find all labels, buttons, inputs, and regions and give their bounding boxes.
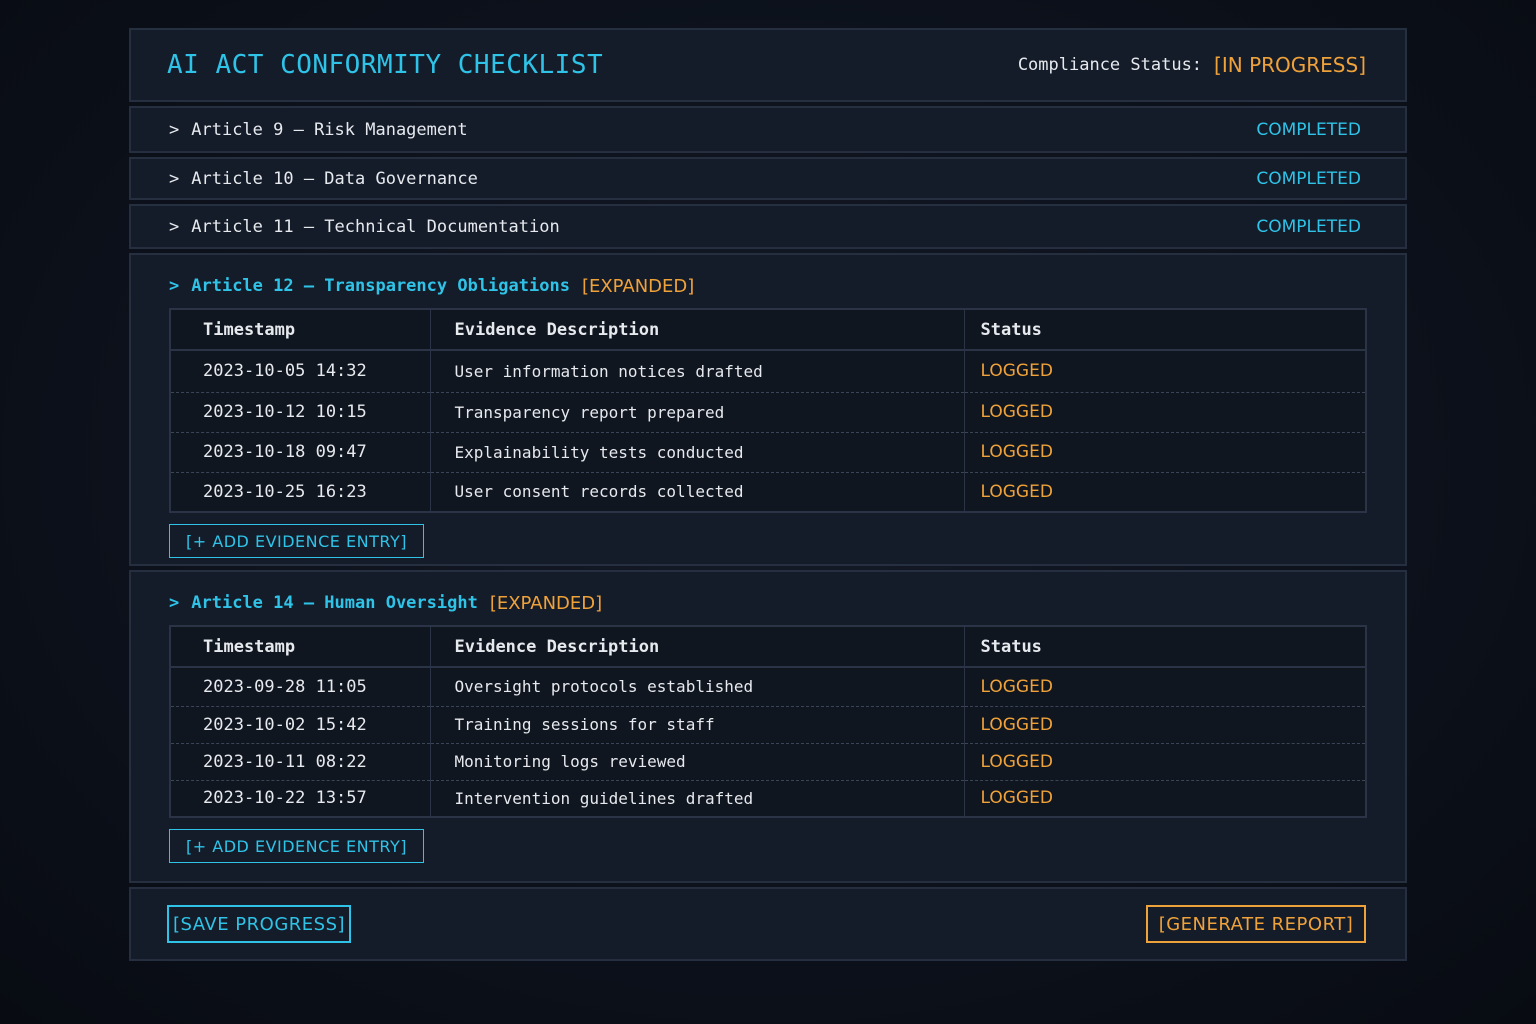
description-cell: Transparency report prepared	[430, 391, 965, 432]
status-cell: LOGGED	[964, 391, 1366, 432]
checklist-header: AI ACT CONFORMITY CHECKLIST Compliance S…	[129, 28, 1407, 102]
article-label: Article 11 – Technical Documentation	[191, 216, 560, 237]
status-cell: LOGGED	[964, 431, 1366, 472]
timestamp-cell: 2023-10-02 15:42	[170, 705, 431, 743]
compliance-status-value: [IN PROGRESS]	[1214, 53, 1366, 77]
save-progress-button[interactable]: [SAVE PROGRESS]	[167, 905, 351, 943]
column-header-description: Evidence Description	[430, 626, 965, 668]
status-cell: LOGGED	[964, 471, 1366, 512]
timestamp-cell: 2023-09-28 11:05	[170, 666, 431, 706]
article-status: COMPLETED	[1256, 168, 1361, 189]
table-header-row: Timestamp Evidence Description Status	[170, 626, 1366, 668]
expanded-tag: [EXPANDED]	[581, 275, 695, 297]
table-row: 2023-10-22 13:57 Intervention guidelines…	[170, 779, 1366, 817]
article-14-section: > Article 14 – Human Oversight [EXPANDED…	[129, 570, 1407, 883]
table-row: 2023-10-11 08:22 Monitoring logs reviewe…	[170, 742, 1366, 780]
page-title: AI ACT CONFORMITY CHECKLIST	[167, 50, 604, 80]
status-cell: LOGGED	[964, 705, 1366, 743]
article-14-header[interactable]: > Article 14 – Human Oversight [EXPANDED…	[169, 592, 1367, 614]
table-row: 2023-10-18 09:47 Explainability tests co…	[170, 431, 1366, 472]
chevron-right-icon: >	[169, 119, 180, 140]
timestamp-cell: 2023-10-11 08:22	[170, 742, 431, 780]
article-14-title: Article 14 – Human Oversight	[191, 593, 478, 613]
article-12-header[interactable]: > Article 12 – Transparency Obligations …	[169, 275, 1367, 297]
status-cell: LOGGED	[964, 779, 1366, 817]
table-header-row: Timestamp Evidence Description Status	[170, 309, 1366, 351]
article-10-row[interactable]: > Article 10 – Data Governance COMPLETED	[129, 157, 1407, 200]
description-cell: User consent records collected	[430, 471, 965, 512]
table-row: 2023-10-12 10:15 Transparency report pre…	[170, 391, 1366, 432]
column-header-status: Status	[964, 309, 1366, 351]
article-label: Article 9 – Risk Management	[191, 119, 468, 140]
article-9-row[interactable]: > Article 9 – Risk Management COMPLETED	[129, 106, 1407, 153]
article-status: COMPLETED	[1256, 119, 1361, 140]
chevron-right-icon: >	[169, 216, 180, 237]
chevron-right-icon: >	[169, 276, 180, 296]
column-header-description: Evidence Description	[430, 309, 965, 351]
checklist-container: AI ACT CONFORMITY CHECKLIST Compliance S…	[129, 28, 1407, 965]
description-cell: Monitoring logs reviewed	[430, 742, 965, 780]
evidence-table: Timestamp Evidence Description Status 20…	[169, 308, 1367, 513]
add-evidence-button[interactable]: [+ ADD EVIDENCE ENTRY]	[169, 524, 424, 558]
compliance-status-label: Compliance Status:	[1017, 55, 1203, 75]
description-cell: Explainability tests conducted	[430, 431, 965, 472]
description-cell: Training sessions for staff	[430, 705, 965, 743]
timestamp-cell: 2023-10-05 14:32	[170, 349, 431, 392]
status-cell: LOGGED	[964, 349, 1366, 392]
column-header-status: Status	[964, 626, 1366, 668]
action-footer: [SAVE PROGRESS] [GENERATE REPORT]	[129, 887, 1407, 961]
add-evidence-button[interactable]: [+ ADD EVIDENCE ENTRY]	[169, 829, 424, 863]
column-header-timestamp: Timestamp	[170, 626, 431, 668]
column-header-timestamp: Timestamp	[170, 309, 431, 351]
compliance-status: Compliance Status: [IN PROGRESS]	[1018, 53, 1366, 77]
timestamp-cell: 2023-10-22 13:57	[170, 779, 431, 817]
status-cell: LOGGED	[964, 666, 1366, 706]
article-12-section: > Article 12 – Transparency Obligations …	[129, 253, 1407, 566]
table-row: 2023-09-28 11:05 Oversight protocols est…	[170, 666, 1366, 706]
expanded-tag: [EXPANDED]	[489, 592, 603, 614]
timestamp-cell: 2023-10-18 09:47	[170, 431, 431, 472]
generate-report-button[interactable]: [GENERATE REPORT]	[1146, 905, 1366, 943]
status-cell: LOGGED	[964, 742, 1366, 780]
article-status: COMPLETED	[1256, 216, 1361, 237]
evidence-table: Timestamp Evidence Description Status 20…	[169, 625, 1367, 818]
description-cell: Oversight protocols established	[430, 666, 965, 706]
description-cell: Intervention guidelines drafted	[430, 779, 965, 817]
article-12-title: Article 12 – Transparency Obligations	[191, 276, 570, 296]
chevron-right-icon: >	[169, 168, 180, 189]
article-label: Article 10 – Data Governance	[191, 168, 478, 189]
table-row: 2023-10-05 14:32 User information notice…	[170, 349, 1366, 392]
table-row: 2023-10-02 15:42 Training sessions for s…	[170, 705, 1366, 743]
table-row: 2023-10-25 16:23 User consent records co…	[170, 471, 1366, 512]
timestamp-cell: 2023-10-25 16:23	[170, 471, 431, 512]
chevron-right-icon: >	[169, 593, 180, 613]
description-cell: User information notices drafted	[430, 349, 965, 392]
timestamp-cell: 2023-10-12 10:15	[170, 391, 431, 432]
article-11-row[interactable]: > Article 11 – Technical Documentation C…	[129, 204, 1407, 249]
